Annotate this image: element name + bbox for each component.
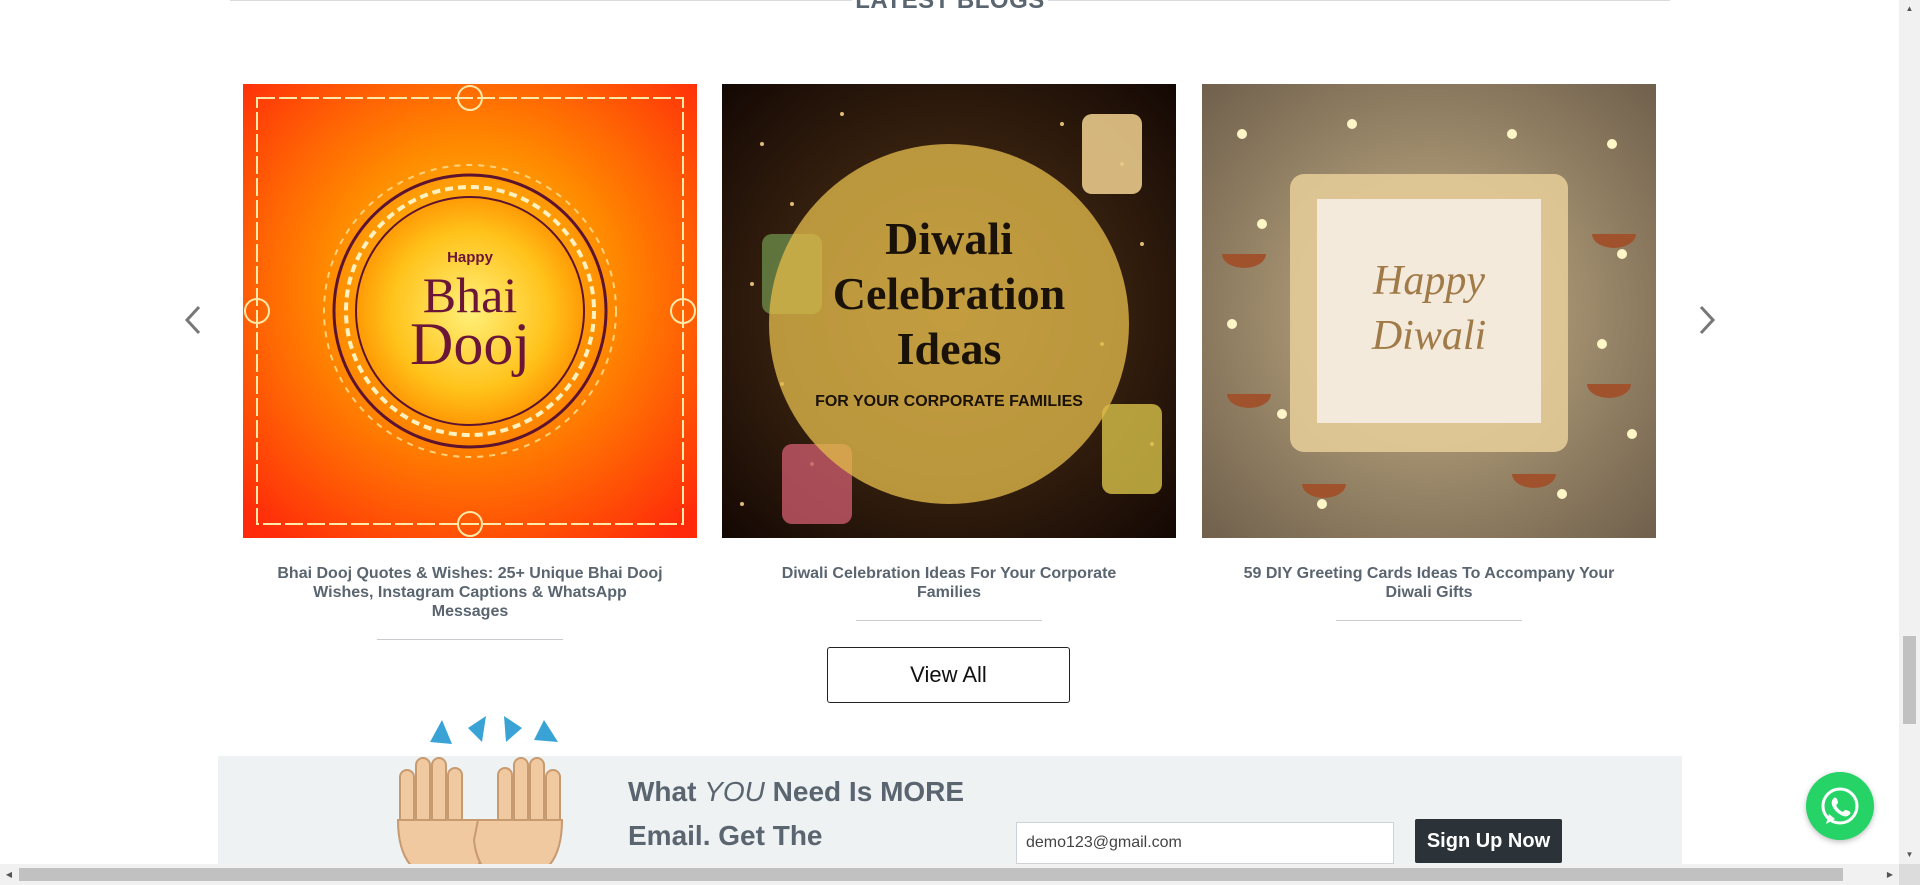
carousel-next-button[interactable] [1692, 300, 1722, 340]
vertical-scrollbar[interactable]: ▲ ▼ [1899, 0, 1920, 864]
blog-card[interactable]: Diwali Celebration Ideas FOR YOUR CORPOR… [722, 84, 1176, 621]
blog-title-link[interactable]: Bhai Dooj Quotes & Wishes: 25+ Unique Bh… [243, 564, 697, 621]
chevron-left-icon [184, 305, 201, 335]
section-title: LATEST BLOGS [852, 0, 1048, 14]
blog-card[interactable]: Happy Bhai Dooj Bhai Dooj Quotes & Wishe… [243, 84, 697, 640]
blog-title-link[interactable]: 59 DIY Greeting Cards Ideas To Accompany… [1202, 564, 1656, 602]
scroll-left-icon[interactable]: ◀ [0, 864, 18, 885]
blog-thumbnail[interactable]: Diwali Celebration Ideas FOR YOUR CORPOR… [722, 84, 1176, 538]
email-field[interactable] [1016, 822, 1394, 864]
card-divider [377, 639, 563, 640]
blog-thumbnail[interactable]: Happy Bhai Dooj [243, 84, 697, 538]
whatsapp-button[interactable] [1806, 772, 1874, 840]
newsletter-headline: What YOU Need Is MORE Email. Get The [628, 770, 988, 858]
card-divider [1336, 620, 1522, 621]
blog-thumbnail[interactable]: Happy Diwali [1202, 84, 1656, 538]
vertical-scroll-thumb[interactable] [1903, 636, 1916, 724]
horizontal-scroll-thumb[interactable] [19, 868, 1843, 881]
scroll-right-icon[interactable]: ▶ [1881, 864, 1899, 885]
card-image-text: Diwali [885, 213, 1013, 264]
carousel-prev-button[interactable] [178, 300, 208, 340]
scroll-down-icon[interactable]: ▼ [1899, 846, 1920, 864]
card-image-text: Dooj [410, 311, 530, 377]
blog-card[interactable]: Happy Diwali 59 DIY Greeting Cards Ideas… [1202, 84, 1656, 621]
chevron-right-icon [1699, 305, 1716, 335]
headline-emphasis: YOU [704, 776, 765, 807]
card-image-text: Ideas [897, 323, 1002, 374]
scrollbar-corner [1899, 864, 1920, 885]
card-divider [856, 620, 1042, 621]
sign-up-button[interactable]: Sign Up Now [1415, 819, 1562, 863]
view-all-button[interactable]: View All [827, 647, 1070, 703]
headline-text: What [628, 776, 705, 807]
horizontal-scrollbar[interactable]: ◀ ▶ [0, 864, 1899, 885]
card-image-text: Happy [447, 249, 494, 266]
card-image-text: Diwali [1371, 313, 1486, 359]
blog-title-link[interactable]: Diwali Celebration Ideas For Your Corpor… [722, 564, 1176, 602]
card-image-text: Happy [1372, 258, 1485, 304]
raised-hands-icon [396, 716, 564, 882]
scroll-up-icon[interactable]: ▲ [1899, 0, 1920, 18]
whatsapp-icon [1821, 787, 1859, 825]
card-image-text: FOR YOUR CORPORATE FAMILIES [815, 393, 1083, 410]
card-image-text: Celebration [833, 268, 1066, 319]
